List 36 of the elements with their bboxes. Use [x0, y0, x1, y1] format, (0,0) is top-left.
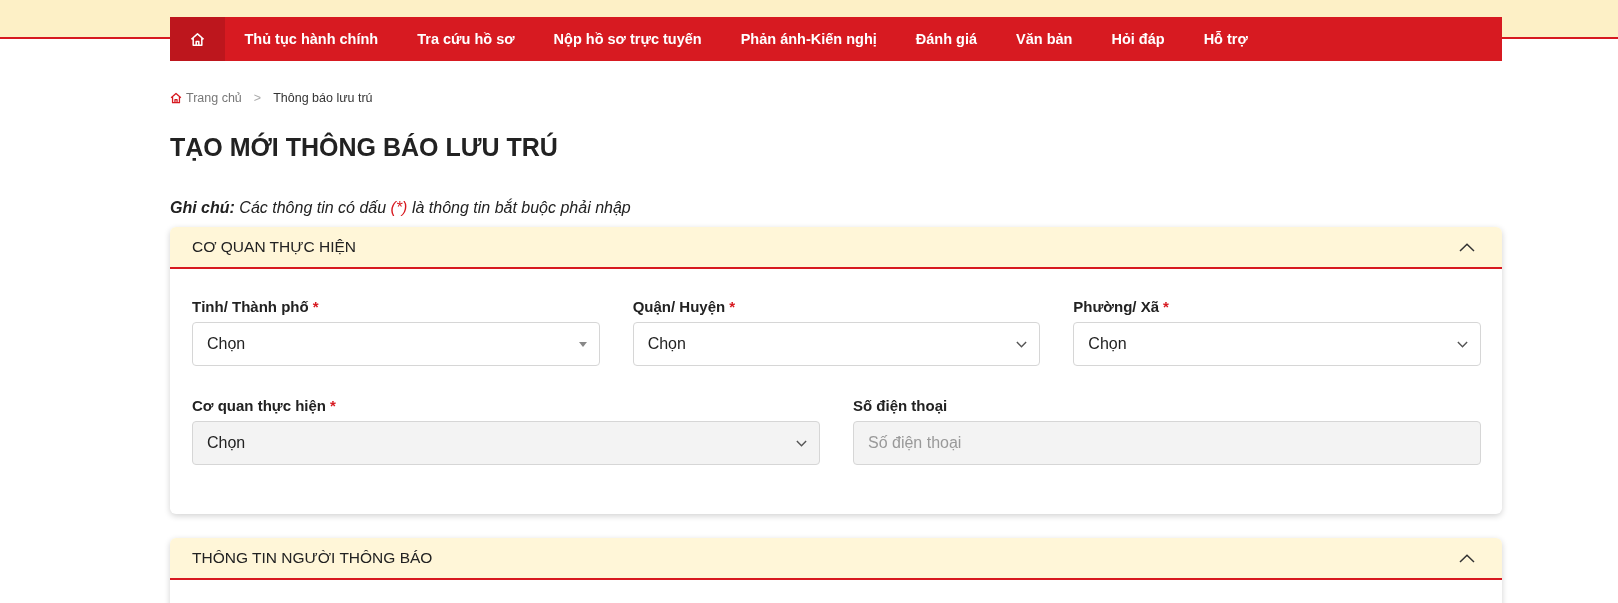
breadcrumb-separator: >: [253, 91, 262, 105]
chevron-down-icon: [1016, 340, 1028, 348]
nav-link[interactable]: Văn bản: [996, 17, 1092, 61]
nav-link[interactable]: Hỗ trợ: [1184, 17, 1268, 61]
nav-link[interactable]: Nộp hồ sơ trực tuyến: [534, 17, 722, 61]
home-icon: [190, 31, 205, 47]
breadcrumb-current: Thông báo lưu trú: [273, 91, 373, 105]
nav-link[interactable]: Phản ánh-Kiến nghị: [721, 17, 897, 61]
caret-icon: [578, 341, 587, 347]
required-mark: *: [1163, 297, 1169, 315]
field-label: Quận/ Huyện: [632, 297, 726, 315]
page-title: TẠO MỚI THÔNG BÁO LƯU TRÚ: [170, 131, 558, 163]
field-label: Tỉnh/ Thành phố: [192, 297, 309, 315]
nav-link[interactable]: Hỏi đáp: [1091, 17, 1185, 61]
chevron-down-icon: [1457, 340, 1468, 348]
section-title: CƠ QUAN THỰC HIỆN: [192, 238, 357, 256]
nav-link[interactable]: Đánh giá: [896, 17, 997, 61]
section-title: THÔNG TIN NGƯỜI THÔNG BÁO: [192, 549, 433, 567]
home-icon: [170, 92, 182, 104]
breadcrumb-link[interactable]: Trang chủ: [170, 91, 242, 105]
field-label: Cơ quan thực hiện: [192, 396, 327, 414]
required-mark: *: [312, 297, 319, 315]
note-text: Ghi chú: Các thông tin có dấu (*) là thông tin bắt buộc phải nhập: [170, 197, 631, 218]
chevron-down-icon: [796, 439, 807, 447]
field-label: Số điện thoại: [853, 396, 948, 414]
nav-link[interactable]: Tra cứu hồ sơ: [397, 17, 535, 61]
nav-link[interactable]: Thủ tục hành chính: [225, 17, 398, 61]
select-field[interactable]: Chọn: [1073, 322, 1481, 366]
required-mark: *: [729, 297, 735, 315]
required-mark: *: [330, 396, 336, 414]
select-field[interactable]: Chọn: [632, 322, 1041, 366]
select-field[interactable]: Chọn: [192, 322, 600, 366]
chevron-up-icon[interactable]: [1459, 553, 1475, 563]
chevron-up-icon[interactable]: [1459, 242, 1475, 252]
field-label: Phường/ Xã: [1073, 297, 1160, 315]
home-nav-button[interactable]: [170, 17, 225, 61]
